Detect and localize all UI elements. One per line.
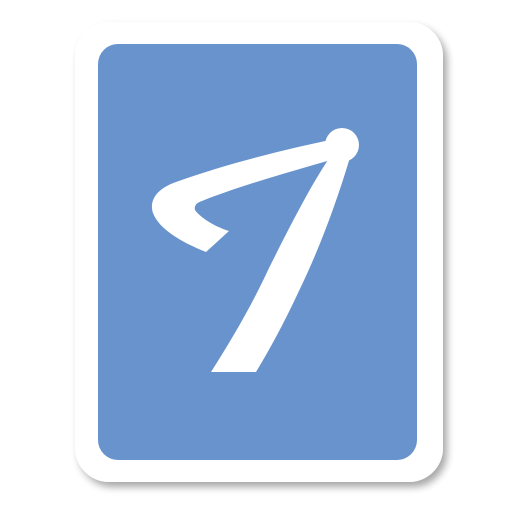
- icon-canvas: [0, 0, 512, 512]
- app-icon[interactable]: [0, 0, 512, 512]
- card-tile: [98, 44, 417, 460]
